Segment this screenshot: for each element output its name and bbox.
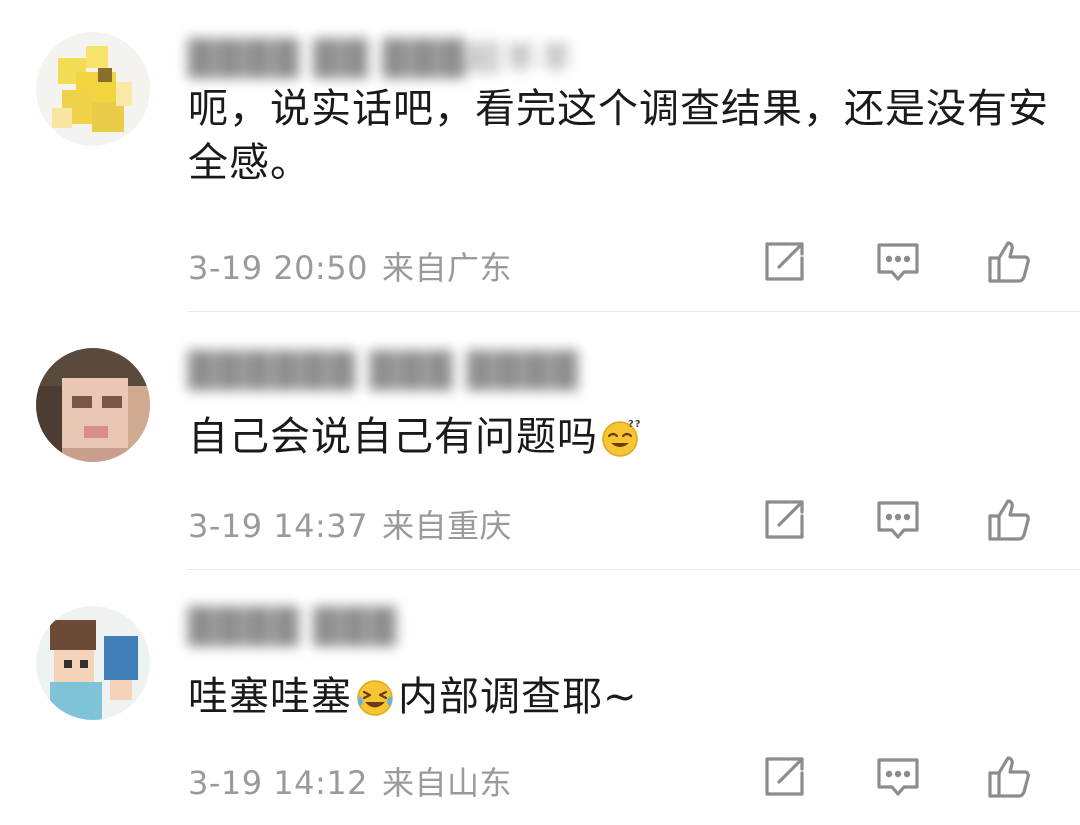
comment-button[interactable] <box>874 496 922 544</box>
username[interactable]: ████ ██ ███超羊羊 <box>188 34 575 79</box>
comment-icon <box>877 501 919 539</box>
repost-button[interactable] <box>760 496 808 544</box>
username[interactable]: ██████ ███ ████ <box>188 350 580 392</box>
comment-date: 3-19 14:37 <box>188 507 369 545</box>
comment-icon <box>877 243 919 281</box>
username-text: ██████ ███ ████ <box>188 351 580 391</box>
comment-text-part: 哇塞哇塞 <box>188 674 352 720</box>
avatar[interactable] <box>36 32 150 146</box>
comment-button[interactable] <box>874 238 922 286</box>
comment-location: 来自重庆 <box>382 507 513 545</box>
comment-item: ██████ ███ ████ 自己会说自己有问题吗 ??? 3-19 14:3… <box>0 312 1080 570</box>
repost-icon <box>765 757 804 796</box>
comment-icon <box>877 758 919 796</box>
comment-item: ████ ███ 哇塞哇塞 内部调查耶~ 3-19 14:12 来自山东 <box>0 570 1080 825</box>
thumbs-up-icon <box>988 499 1030 541</box>
repost-button[interactable] <box>760 238 808 286</box>
comment-meta: 3-19 20:50 来自广东 <box>188 243 512 289</box>
comment-item: ████ ██ ███超羊羊 呃，说实话吧，看完这个调查结果，还是没有安全感。 … <box>0 0 1080 312</box>
username-text: ████ ███ <box>188 607 398 647</box>
avatar[interactable] <box>36 348 150 462</box>
username-text: ████ ██ ███超羊羊 <box>188 38 575 79</box>
svg-text:???: ??? <box>628 419 642 430</box>
like-button[interactable] <box>985 496 1033 544</box>
comment-text-part: 内部调查耶~ <box>398 674 638 720</box>
comment-meta: 3-19 14:12 来自山东 <box>188 758 512 804</box>
comment-location: 来自广东 <box>382 249 513 287</box>
dizzy-smile-emoji: ??? <box>602 419 642 457</box>
laugh-cry-emoji <box>357 680 393 716</box>
comment-date: 3-19 14:12 <box>188 764 369 802</box>
comment-text: 自己会说自己有问题吗 ??? <box>188 410 1058 464</box>
comment-button[interactable] <box>874 753 922 801</box>
comment-date: 3-19 20:50 <box>188 249 369 287</box>
avatar[interactable] <box>36 606 150 720</box>
comment-location: 来自山东 <box>382 764 513 802</box>
comment-text: 哇塞哇塞 内部调查耶~ <box>188 670 1058 724</box>
repost-icon <box>765 242 804 281</box>
repost-button[interactable] <box>760 753 808 801</box>
repost-icon <box>765 500 804 539</box>
username[interactable]: ████ ███ <box>188 606 398 648</box>
like-button[interactable] <box>985 753 1033 801</box>
like-button[interactable] <box>985 238 1033 286</box>
comment-text-part: 自己会说自己有问题吗 <box>188 414 598 460</box>
comment-text: 呃，说实话吧，看完这个调查结果，还是没有安全感。 <box>188 86 1049 186</box>
thumbs-up-icon <box>988 241 1030 283</box>
comment-meta: 3-19 14:37 来自重庆 <box>188 501 512 547</box>
thumbs-up-icon <box>988 756 1030 798</box>
